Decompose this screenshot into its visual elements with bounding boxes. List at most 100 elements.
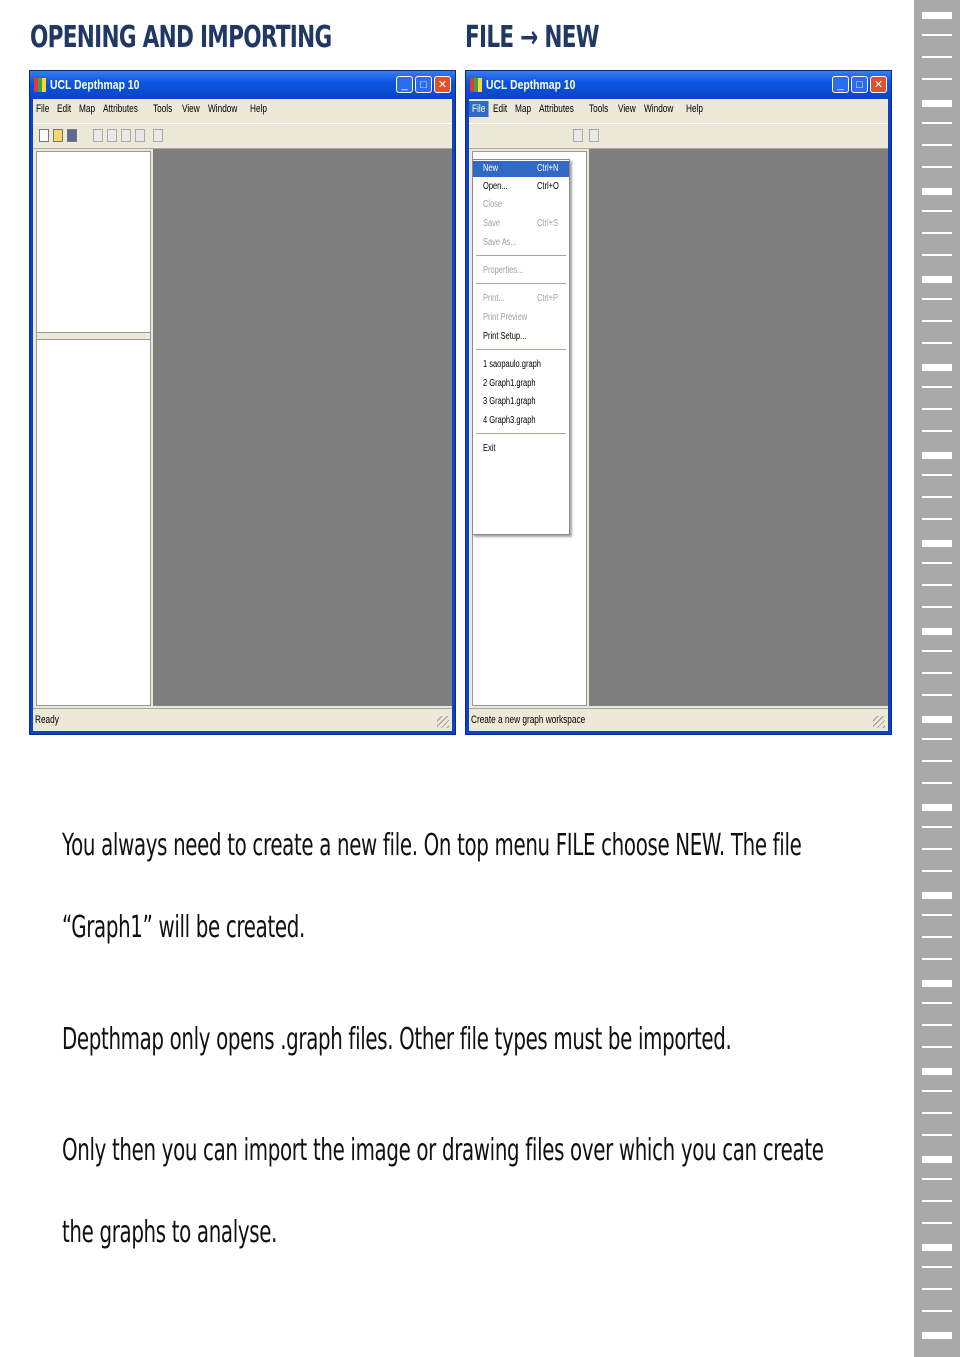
menu-window[interactable]: Window [641,101,676,117]
new-file-icon[interactable] [39,129,49,142]
menu-item-recent-file[interactable]: 4 Graph3.graph [473,413,569,429]
menu-view[interactable]: View [615,101,639,117]
menu-item-label: Save As... [483,237,517,248]
decorative-side-strip [914,0,960,1357]
maximize-icon[interactable]: □ [415,76,432,93]
paragraph-line: the graphs to analyse. [62,1215,278,1250]
menu-help[interactable]: Help [683,101,706,117]
title-bar: UCL Depthmap 10 _ □ ✕ [466,71,891,99]
edit-icon[interactable] [573,129,583,142]
menu-tools[interactable]: Tools [150,101,175,117]
menu-item-close[interactable]: Close [473,197,569,213]
menu-help[interactable]: Help [247,101,270,117]
menu-item-recent-file[interactable]: 2 Graph1.graph [473,376,569,392]
shortcut-label: Ctrl+S [537,218,559,229]
edit-icon[interactable] [107,129,117,142]
strip-tick [922,320,952,322]
menu-item-label: Open... [483,181,508,192]
strip-tick [922,892,952,899]
menu-item-save-as[interactable]: Save As... [473,235,569,251]
heading-opening-importing: OPENING AND IMPORTING [30,20,332,55]
resize-grip-icon[interactable] [873,716,885,728]
menu-item-print[interactable]: Print... Ctrl+P [473,291,569,307]
save-icon[interactable] [67,129,77,142]
menu-item-recent-file[interactable]: 3 Graph1.graph [473,394,569,410]
minimize-icon[interactable]: _ [832,76,849,93]
strip-tick [922,694,952,696]
strip-tick [922,914,952,916]
menu-item-print-preview[interactable]: Print Preview [473,310,569,326]
menu-bar: File Edit Map Attributes Tools View Wind… [469,101,888,121]
menu-tools[interactable]: Tools [586,101,611,117]
strip-tick [922,1244,952,1251]
strip-tick [922,496,952,498]
menu-item-print-setup[interactable]: Print Setup... [473,329,569,345]
menu-item-save[interactable]: Save Ctrl+S [473,216,569,232]
minimize-icon[interactable]: _ [396,76,413,93]
menu-item-properties[interactable]: Properties... [473,263,569,279]
strip-tick [922,1288,952,1290]
menu-item-new[interactable]: New Ctrl+N [473,161,569,177]
close-icon[interactable]: ✕ [434,76,451,93]
strip-tick [922,254,952,256]
menu-file[interactable]: File [33,101,52,117]
menu-window[interactable]: Window [205,101,240,117]
strip-tick [922,716,952,723]
toolbar [33,123,452,149]
strip-tick [922,430,952,432]
properties-icon[interactable] [589,129,599,142]
strip-tick [922,518,952,520]
strip-tick [922,1222,952,1224]
menu-map[interactable]: Map [512,101,534,117]
strip-tick [922,34,952,36]
side-panel [36,151,151,706]
strip-tick [922,56,952,58]
menu-edit[interactable]: Edit [490,101,510,117]
strip-tick [922,848,952,850]
workspace-area[interactable] [589,149,888,706]
panel-splitter[interactable] [37,332,150,340]
strip-tick [922,1090,952,1092]
maximize-icon[interactable]: □ [851,76,868,93]
depthmap-window-left: UCL Depthmap 10 _ □ ✕ File Edit Map Attr… [29,70,456,735]
strip-tick [922,188,952,195]
heading-file-new: FILE → NEW [465,20,600,55]
edit-icon[interactable] [93,129,103,142]
strip-tick [922,12,952,19]
resize-grip-icon[interactable] [437,716,449,728]
strip-tick [922,826,952,828]
menu-item-label: Print Preview [483,312,528,323]
menu-item-open[interactable]: Open... Ctrl+O [473,179,569,195]
strip-tick [922,606,952,608]
strip-tick [922,804,952,811]
window-client: File Edit Map Attributes Tools View Wind… [33,99,452,731]
menu-item-label: 1 saopaulo.graph [483,359,541,370]
paragraph-line: Depthmap only opens .graph files. Other … [62,1022,732,1057]
close-icon[interactable]: ✕ [870,76,887,93]
strip-tick [922,78,952,80]
menu-attributes[interactable]: Attributes [100,101,141,117]
menu-file[interactable]: File [469,101,489,117]
strip-tick [922,408,952,410]
menu-item-recent-file[interactable]: 1 saopaulo.graph [473,357,569,373]
paste-icon[interactable] [135,129,145,142]
open-folder-icon[interactable] [53,129,63,142]
menu-item-exit[interactable]: Exit [473,441,569,457]
strip-tick [922,672,952,674]
strip-tick [922,782,952,784]
properties-icon[interactable] [153,129,163,142]
strip-tick [922,452,952,459]
status-text: Ready [35,714,59,726]
strip-tick [922,628,952,635]
strip-tick [922,364,952,371]
menu-item-label: Print... [483,293,505,304]
menu-item-label: Exit [483,443,496,454]
cut-icon[interactable] [121,129,131,142]
menu-map[interactable]: Map [76,101,98,117]
window-title: UCL Depthmap 10 [486,77,576,92]
menu-edit[interactable]: Edit [54,101,74,117]
workspace-area[interactable] [153,149,452,706]
strip-tick [922,276,952,283]
menu-view[interactable]: View [179,101,203,117]
menu-attributes[interactable]: Attributes [536,101,577,117]
